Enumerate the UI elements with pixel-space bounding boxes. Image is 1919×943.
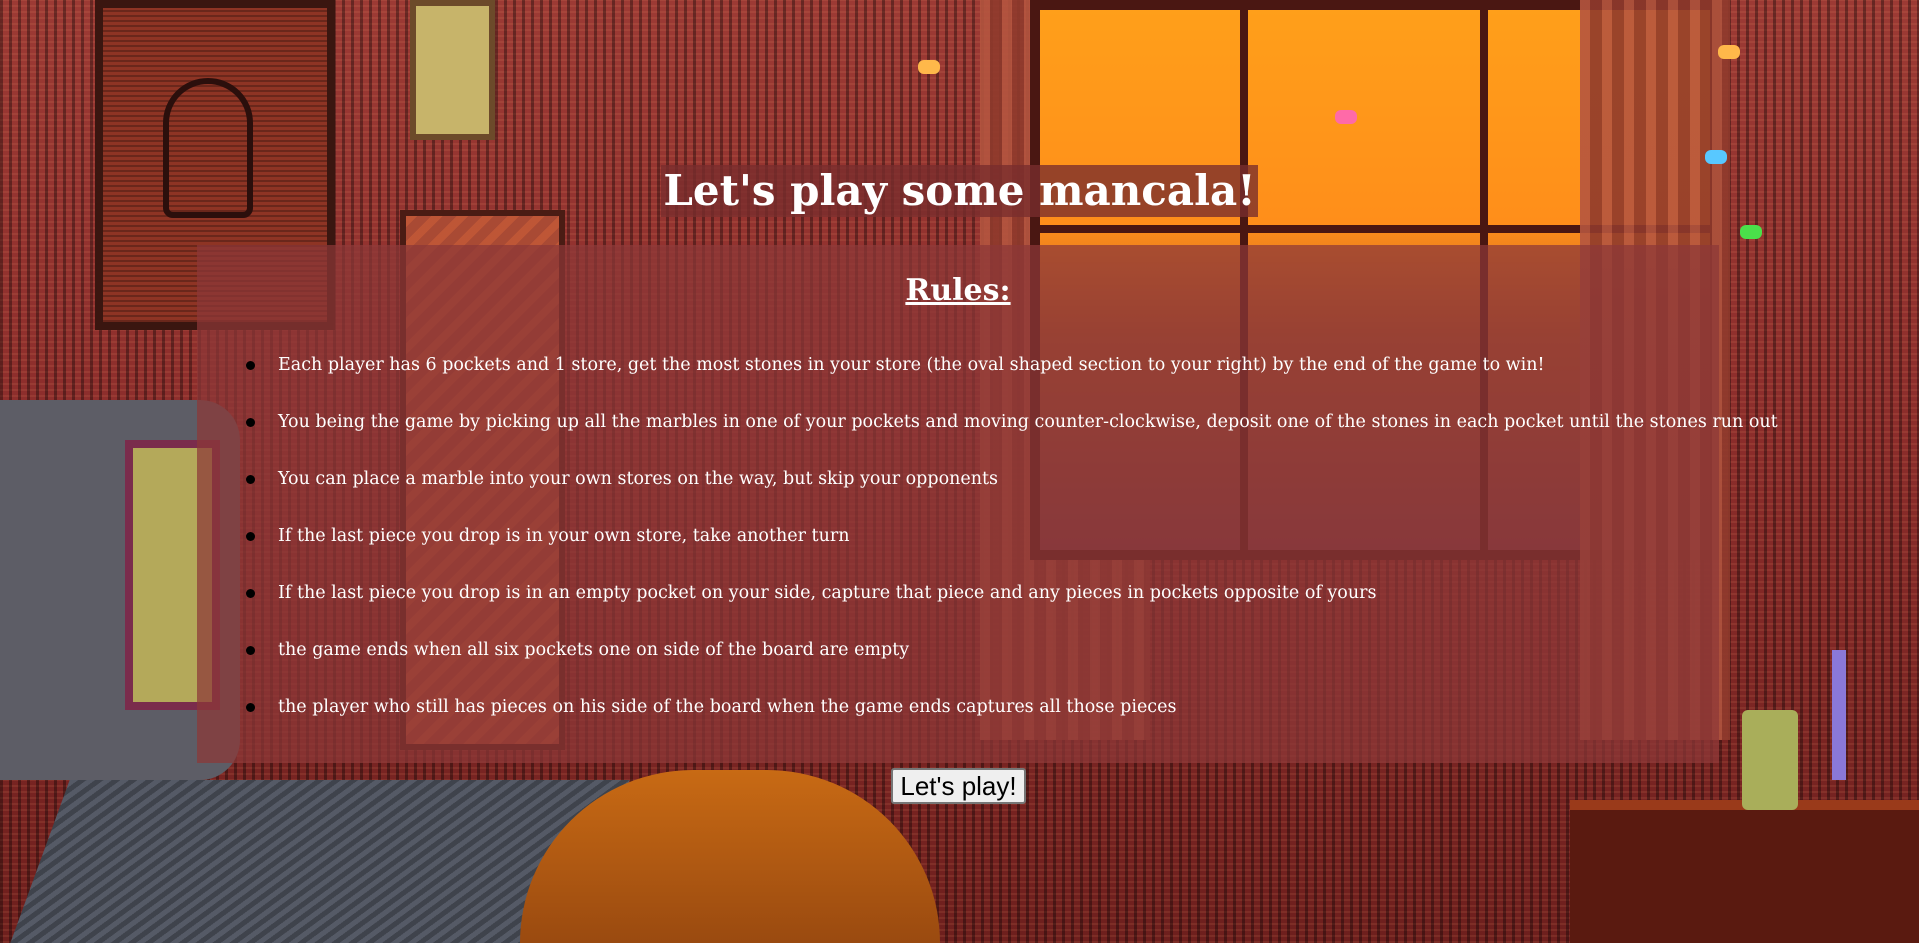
title-wrapper: Let's play some mancala!: [0, 165, 1919, 217]
string-light-icon: [1740, 225, 1762, 239]
rule-text: If the last piece you drop is in an empt…: [278, 583, 1377, 603]
bag: [520, 770, 940, 943]
bullet-icon: [246, 703, 255, 712]
page-title: Let's play some mancala!: [661, 165, 1258, 217]
string-light-icon: [918, 60, 940, 74]
rules-heading: Rules:: [905, 273, 1011, 308]
rule-text: Each player has 6 pockets and 1 store, g…: [278, 355, 1545, 375]
play-button[interactable]: Let's play!: [891, 768, 1026, 804]
rule-text: You can place a marble into your own sto…: [278, 469, 999, 489]
rule-item: the player who still has pieces on his s…: [237, 695, 1717, 752]
wall-picture-frame: [410, 0, 495, 140]
rule-text: If the last piece you drop is in your ow…: [278, 526, 850, 546]
rule-item: You being the game by picking up all the…: [237, 410, 1778, 467]
jar: [1742, 710, 1798, 810]
string-light-icon: [1705, 150, 1727, 164]
string-light-icon: [1335, 110, 1357, 124]
bullet-icon: [246, 532, 255, 541]
bullet-icon: [246, 589, 255, 598]
rules-panel: Rules: Each player has 6 pockets and 1 s…: [197, 245, 1778, 763]
shelf: [1570, 800, 1919, 943]
rule-text: You being the game by picking up all the…: [278, 412, 1778, 432]
rule-item: If the last piece you drop is in an empt…: [237, 581, 1717, 638]
bullet-icon: [246, 418, 255, 427]
rule-item: If the last piece you drop is in your ow…: [237, 524, 1717, 581]
rule-item: Each player has 6 pockets and 1 store, g…: [237, 353, 1717, 410]
keyboard: [10, 780, 630, 943]
candle: [1832, 650, 1846, 780]
rule-text: the game ends when all six pockets one o…: [278, 640, 910, 660]
window-bar: [1030, 225, 1720, 233]
rule-item: the game ends when all six pockets one o…: [237, 638, 1717, 695]
string-light-icon: [1718, 45, 1740, 59]
bullet-icon: [246, 475, 255, 484]
rules-list: Each player has 6 pockets and 1 store, g…: [237, 353, 1778, 752]
bullet-icon: [246, 646, 255, 655]
rule-item: You can place a marble into your own sto…: [237, 467, 1717, 524]
rule-text: the player who still has pieces on his s…: [278, 697, 1177, 717]
bullet-icon: [246, 361, 255, 370]
